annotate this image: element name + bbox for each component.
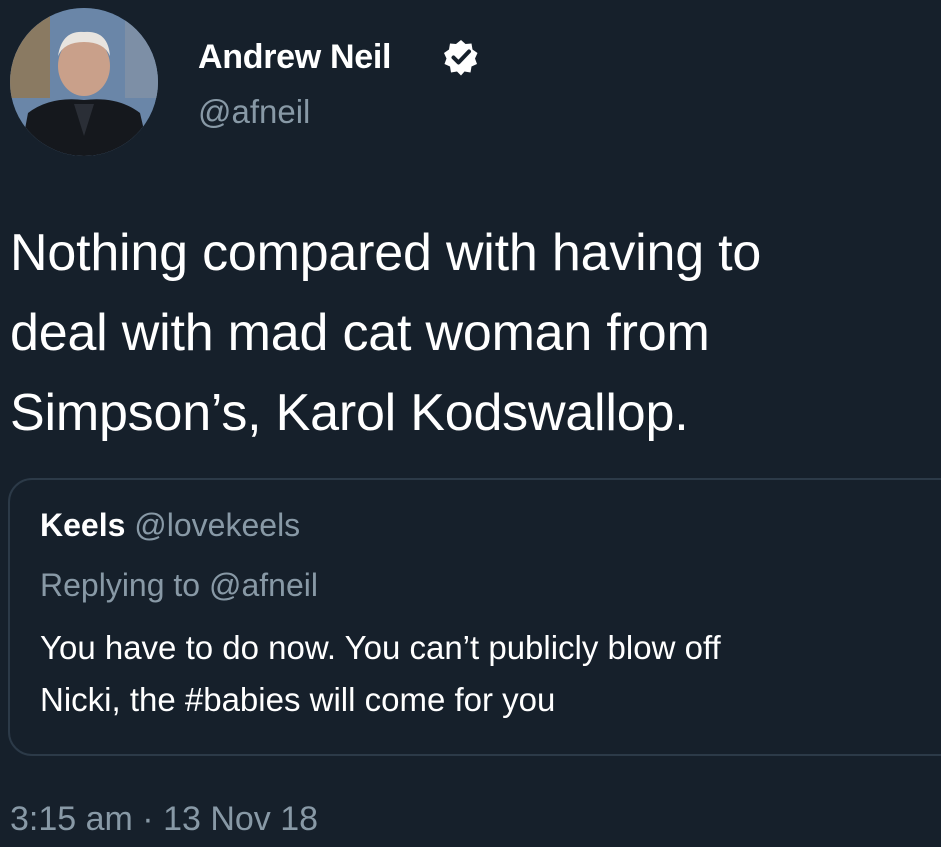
tweet-timestamp[interactable]: 3:15 am · 13 Nov 18 [10, 800, 318, 839]
tweet-text-line: Simpson’s, Karol Kodswallop. [10, 384, 689, 442]
quoted-tweet-text-line: Nicki, the #babies will come for you [40, 681, 556, 718]
author-handle[interactable]: @afneil [198, 93, 310, 131]
quoted-tweet-text-line: You have to do now. You can’t publicly b… [40, 629, 721, 666]
quoted-tweet-text: You have to do now. You can’t publicly b… [40, 622, 721, 726]
tweet-text-line: Nothing compared with having to [10, 224, 762, 282]
verified-badge-icon [444, 40, 478, 76]
tweet-text-line: deal with mad cat woman from [10, 304, 710, 362]
quoted-author-handle: @lovekeels [134, 507, 301, 543]
author-avatar[interactable] [10, 8, 158, 156]
quoted-author-name: Keels [40, 507, 126, 543]
replying-to-label: Replying to @afneil [40, 567, 318, 603]
quoted-tweet-card[interactable]: Keels @lovekeels Replying to @afneil You… [8, 478, 941, 756]
avatar-photo [10, 8, 158, 156]
tweet-text: Nothing compared with having to deal wit… [10, 213, 935, 453]
quoted-tweet-author: Keels @lovekeels [40, 507, 300, 544]
tweet: Andrew Neil @afneil Nothing compared wit… [0, 0, 941, 847]
author-name[interactable]: Andrew Neil [198, 38, 391, 77]
